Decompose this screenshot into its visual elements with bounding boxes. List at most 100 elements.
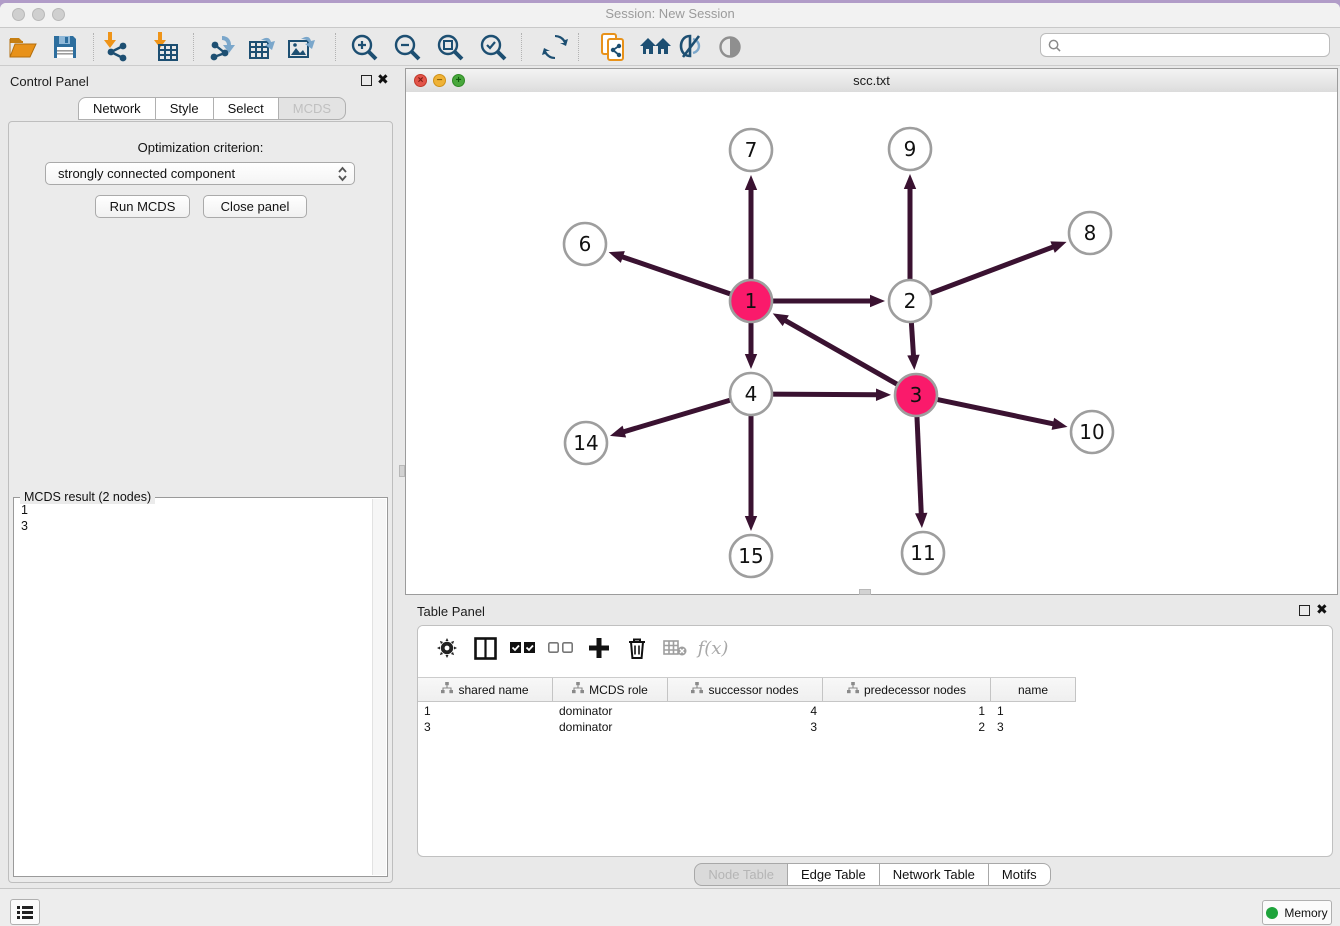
tab-style[interactable]: Style [156, 97, 214, 120]
export-table-icon[interactable] [244, 30, 280, 64]
memory-button[interactable]: Memory [1262, 900, 1332, 925]
show-hide-icon[interactable] [712, 30, 748, 64]
toggle-panel-layout-icon[interactable] [468, 633, 502, 663]
table-cell[interactable]: 4 [668, 703, 823, 719]
search-icon [1048, 39, 1061, 52]
table-float-icon[interactable] [1299, 605, 1310, 616]
node-label: 11 [910, 541, 935, 565]
table-row[interactable]: 3dominator323 [418, 719, 1076, 735]
zoom-fit-icon[interactable] [432, 30, 468, 64]
edge-arrowhead [907, 355, 919, 370]
export-image-icon[interactable] [283, 30, 319, 64]
criterion-dropdown[interactable]: strongly connected component [45, 162, 355, 185]
column-type-icon [847, 682, 859, 697]
edge-arrowhead [904, 174, 916, 189]
table-panel: Table Panel ✖ [405, 598, 1340, 889]
zoom-in-icon[interactable] [346, 30, 382, 64]
tab-select[interactable]: Select [214, 97, 279, 120]
edge-3-11[interactable] [917, 414, 921, 515]
delete-column-icon[interactable] [620, 633, 654, 663]
edge-4-3[interactable] [770, 394, 878, 395]
open-session-icon[interactable] [5, 30, 41, 64]
edge-1-6[interactable] [621, 256, 733, 294]
node-label: 6 [579, 232, 592, 256]
column-header-shared-name[interactable]: shared name [418, 678, 553, 701]
column-type-icon [441, 682, 453, 697]
close-panel-button[interactable]: Close panel [203, 195, 307, 218]
float-panel-icon[interactable] [361, 75, 372, 86]
edge-3-1[interactable] [784, 320, 899, 386]
zoom-selected-icon[interactable] [475, 30, 511, 64]
tab-edge-table[interactable]: Edge Table [788, 863, 880, 886]
table-cell[interactable]: 2 [823, 719, 991, 735]
column-header-successor-nodes[interactable]: successor nodes [668, 678, 823, 701]
search-input[interactable] [1065, 37, 1329, 53]
create-column-icon[interactable] [582, 633, 616, 663]
horizontal-splitter-handle[interactable] [859, 589, 871, 595]
edge-4-14[interactable] [622, 399, 732, 432]
node-label: 1 [745, 289, 758, 313]
network-canvas[interactable]: 7968124314101511 [406, 92, 1337, 594]
run-mcds-button[interactable]: Run MCDS [95, 195, 190, 218]
edge-arrowhead [610, 426, 626, 438]
save-session-icon[interactable] [47, 30, 83, 64]
column-header-label: MCDS role [589, 683, 648, 697]
node-table-box: f(x) shared name MCDS role successor nodes… [417, 625, 1333, 857]
mcds-result-item: 1 [14, 502, 387, 518]
import-network-icon[interactable] [98, 30, 134, 64]
table-close-icon[interactable]: ✖ [1316, 601, 1328, 618]
tab-motifs[interactable]: Motifs [989, 863, 1051, 886]
table-cell[interactable]: 3 [991, 719, 1076, 735]
node-label: 3 [910, 383, 923, 407]
node-label: 8 [1084, 221, 1097, 245]
close-panel-icon[interactable]: ✖ [377, 71, 389, 88]
task-history-button[interactable] [10, 899, 40, 925]
refresh-layout-icon[interactable] [537, 30, 573, 64]
vertical-splitter-handle[interactable] [399, 465, 405, 477]
table-cell[interactable]: 3 [668, 719, 823, 735]
node-label: 7 [745, 138, 758, 162]
column-type-icon [572, 682, 584, 697]
search-field[interactable] [1040, 33, 1330, 57]
mcds-result-list[interactable]: 13 [14, 502, 387, 534]
node-label: 10 [1079, 420, 1104, 444]
column-header-MCDS-role[interactable]: MCDS role [553, 678, 668, 701]
hide-style-icon[interactable] [673, 30, 709, 64]
memory-status-icon [1266, 907, 1278, 919]
edge-3-10[interactable] [935, 399, 1055, 424]
main-toolbar [0, 28, 1340, 66]
result-scrollbar[interactable] [372, 499, 386, 875]
criterion-value: strongly connected component [58, 166, 235, 181]
table-cell[interactable]: dominator [553, 703, 668, 719]
edge-arrowhead [609, 251, 625, 263]
tab-network-table[interactable]: Network Table [880, 863, 989, 886]
edge-2-8[interactable] [928, 246, 1055, 294]
network-title: scc.txt [406, 73, 1337, 88]
unselect-all-columns-icon[interactable] [544, 633, 578, 663]
node-label: 15 [738, 544, 763, 568]
network-graph[interactable]: 7968124314101511 [406, 92, 1337, 594]
column-header-predecessor-nodes[interactable]: predecessor nodes [823, 678, 991, 701]
table-cell[interactable]: 3 [418, 719, 553, 735]
column-header-name[interactable]: name [991, 678, 1076, 701]
table-settings-icon[interactable] [430, 633, 464, 663]
select-all-columns-icon[interactable] [506, 633, 540, 663]
zoom-out-icon[interactable] [389, 30, 425, 64]
tab-node-table[interactable]: Node Table [694, 863, 788, 886]
table-cell[interactable]: 1 [418, 703, 553, 719]
tab-mcds[interactable]: MCDS [279, 97, 346, 120]
first-neighbors-icon[interactable] [638, 30, 674, 64]
table-cell[interactable]: dominator [553, 719, 668, 735]
table-cell[interactable]: 1 [991, 703, 1076, 719]
column-header-label: name [1018, 683, 1048, 697]
edge-2-3[interactable] [911, 320, 913, 357]
table-row[interactable]: 1dominator411 [418, 703, 1076, 719]
copy-network-icon[interactable] [595, 30, 631, 64]
table-cell[interactable]: 1 [823, 703, 991, 719]
delete-table-icon[interactable] [658, 633, 692, 663]
import-table-icon[interactable] [148, 30, 184, 64]
function-builder-icon[interactable]: f(x) [696, 633, 730, 663]
export-network-icon[interactable] [205, 30, 241, 64]
edge-arrowhead [915, 513, 927, 528]
tab-network[interactable]: Network [78, 97, 156, 120]
